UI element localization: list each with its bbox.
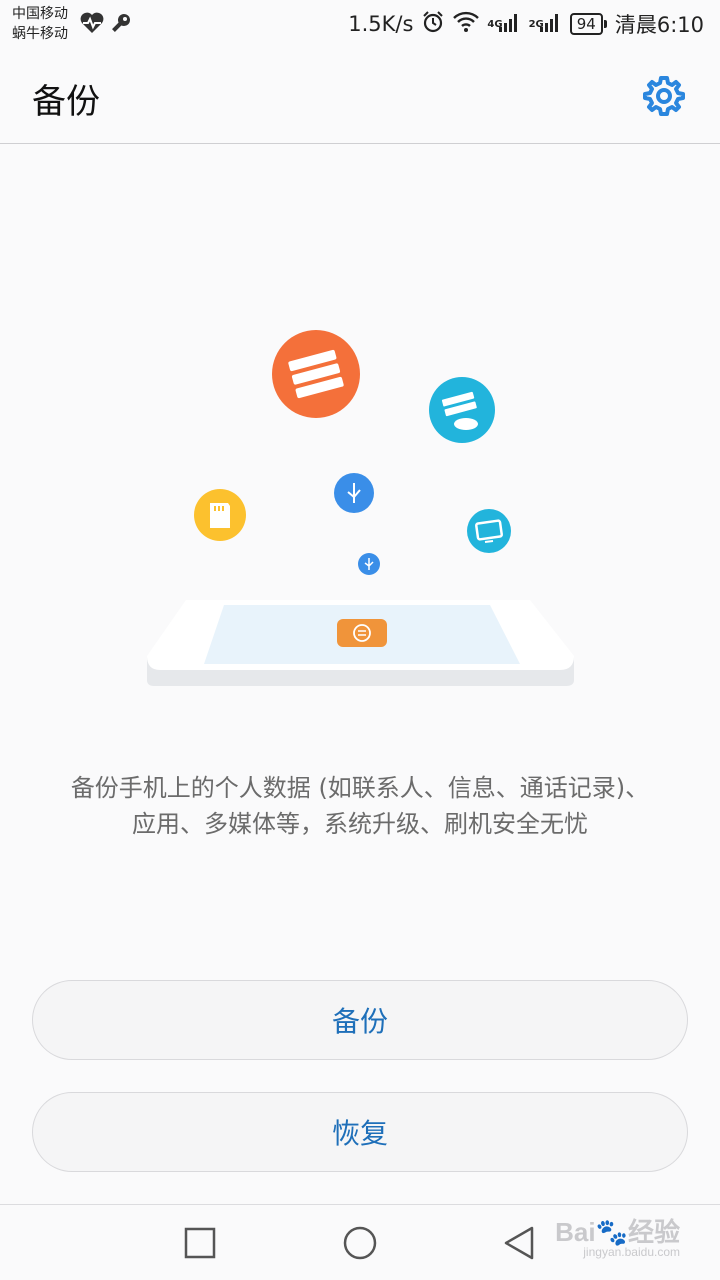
net-4g-label: 4G (487, 18, 503, 30)
key-icon (110, 12, 132, 38)
app-bar: 备份 (0, 48, 720, 144)
carrier-2: 蜗牛移动 (12, 26, 68, 42)
net-2g-label: 2G (528, 18, 544, 30)
clock-time: 清晨6:10 (614, 13, 704, 37)
backup-illustration (0, 300, 720, 720)
battery-icon: 94 (569, 13, 607, 35)
watermark-logo: Bai🐾经验 (555, 1217, 680, 1247)
server-icon (272, 330, 360, 418)
description-line-2: 应用、多媒体等，系统升级、刷机安全无忧 (132, 810, 588, 838)
baidu-watermark: Bai🐾经验 jingyan.baidu.com (555, 1212, 680, 1259)
net-speed: 1.5K/s (348, 12, 414, 36)
carrier-labels: 中国移动 蜗牛移动 (12, 4, 68, 44)
restore-button[interactable]: 恢复 (32, 1092, 688, 1172)
gear-icon[interactable] (642, 74, 686, 118)
usb-icon (358, 553, 380, 575)
backup-button[interactable]: 备份 (32, 980, 688, 1060)
heart-pulse-icon (80, 12, 104, 38)
page-title: 备份 (32, 82, 100, 122)
status-bar: 中国移动 蜗牛移动 1.5K/s 4G 2G 94 清晨6:10 (0, 0, 720, 48)
backup-description: 备份手机上的个人数据 (如联系人、信息、通话记录)、 应用、多媒体等，系统升级、… (30, 770, 690, 842)
carrier-1: 中国移动 (12, 6, 68, 22)
back-triangle-icon[interactable] (500, 1223, 540, 1263)
backup-restore-icon (337, 619, 387, 647)
monitor-icon (467, 509, 511, 553)
sd-card-icon (194, 489, 246, 541)
home-circle-icon[interactable] (340, 1223, 380, 1263)
description-line-1: 备份手机上的个人数据 (如联系人、信息、通话记录)、 (70, 774, 650, 802)
cloud-server-icon (429, 377, 495, 443)
usb-icon (334, 473, 374, 513)
status-right: 1.5K/s 4G 2G 94 清晨6:10 (348, 8, 704, 40)
alarm-icon (421, 10, 445, 39)
wifi-icon (453, 11, 480, 38)
recents-square-icon[interactable] (180, 1223, 220, 1263)
